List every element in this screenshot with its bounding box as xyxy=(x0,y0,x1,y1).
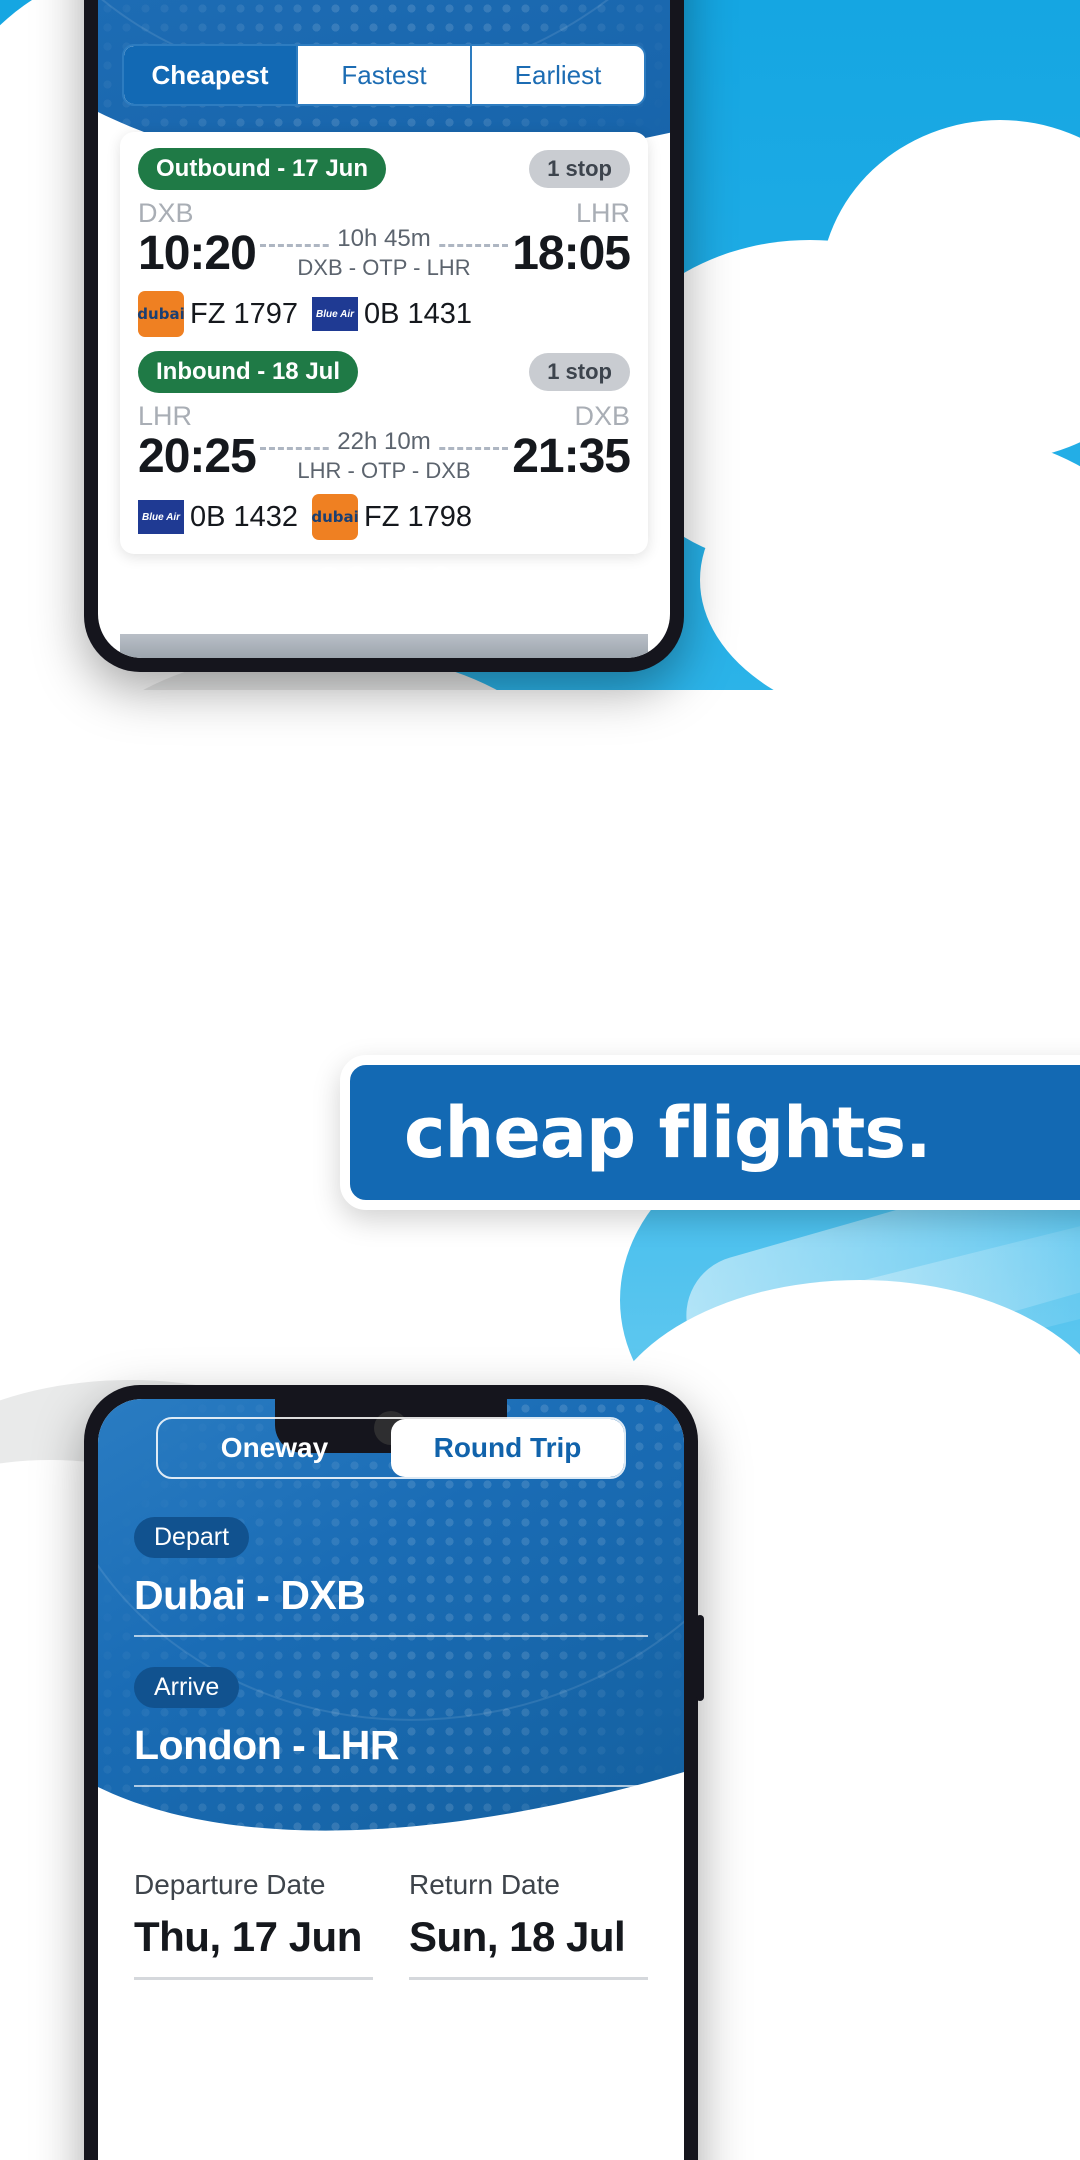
outbound-arrive-time: 18:05 xyxy=(512,226,631,280)
flydubai-logo-icon: dubai xyxy=(137,291,185,337)
blueair-logo-icon: Blue Air xyxy=(138,500,184,534)
inbound-flight-number-1: 0B 1432 xyxy=(190,500,299,533)
outbound-leg-header: Outbound - 17 Jun 1 stop xyxy=(138,148,630,190)
sort-tab-bar: Cheapest Fastest Earliest xyxy=(122,44,646,106)
outbound-duration: 10h 45m xyxy=(331,225,437,253)
tab-oneway[interactable]: Oneway xyxy=(158,1419,391,1477)
flydubai-logo-icon: dubai xyxy=(311,494,359,540)
inbound-flight-number-2: FZ 1798 xyxy=(364,500,473,533)
outbound-airlines: dubai FZ 1797 Blue Air 0B 1431 xyxy=(137,291,630,337)
outbound-date-badge: Outbound - 17 Jun xyxy=(138,148,386,190)
flight-result-card[interactable]: Outbound - 17 Jun 1 stop DXB LHR 10:20 1… xyxy=(120,132,648,615)
tab-cheapest[interactable]: Cheapest xyxy=(124,46,298,104)
return-date-label: Return Date xyxy=(409,1869,560,1900)
outbound-leg: Outbound - 17 Jun 1 stop DXB LHR 10:20 1… xyxy=(137,148,631,337)
cheap-flights-banner: cheap flights. xyxy=(340,1055,1080,1210)
date-fields: Departure Date Thu, 17 Jun Return Date S… xyxy=(98,1839,684,1980)
depart-field-label: Depart xyxy=(134,1517,250,1558)
airline-segment: Blue Air 0B 1432 xyxy=(138,500,298,534)
inbound-duration: 22h 10m xyxy=(331,428,437,456)
departure-date-value: Thu, 17 Jun xyxy=(134,1913,362,1960)
search-hero: Oneway Round Trip Depart Dubai - DXB Arr… xyxy=(98,1399,684,1839)
depart-field-value: Dubai - DXB xyxy=(134,1572,366,1618)
airline-segment: dubai FZ 1798 xyxy=(311,494,473,540)
outbound-depart-time: 10:20 xyxy=(138,226,257,280)
blueair-logo-icon: Blue Air xyxy=(312,297,358,331)
inbound-from-code: LHR xyxy=(138,401,193,431)
outbound-duration-block: 10h 45m DXB - OTP - LHR xyxy=(256,225,512,281)
inbound-duration-block: 22h 10m LHR - OTP - DXB xyxy=(256,428,512,484)
card-fade-strip xyxy=(120,634,648,658)
tab-round-trip[interactable]: Round Trip xyxy=(391,1419,624,1477)
inbound-to-code: DXB xyxy=(574,401,630,431)
departure-date-label: Departure Date xyxy=(134,1869,326,1900)
phone-screen-search: Oneway Round Trip Depart Dubai - DXB Arr… xyxy=(98,1399,684,2160)
depart-field[interactable]: Depart Dubai - DXB xyxy=(98,1517,684,1637)
date-underline xyxy=(134,1977,373,1980)
inbound-airlines: Blue Air 0B 1432 dubai FZ 1798 xyxy=(138,494,630,540)
airline-segment: Blue Air 0B 1431 xyxy=(312,297,472,331)
outbound-stops-badge: 1 stop xyxy=(529,150,630,188)
inbound-leg: Inbound - 18 Jul 1 stop LHR DXB 20:25 22… xyxy=(138,351,631,540)
phone-screen-results: DXB Dubai LHR xyxy=(98,0,670,658)
phone-mockup-bottom: Oneway Round Trip Depart Dubai - DXB Arr… xyxy=(84,1385,704,2160)
inbound-leg-header: Inbound - 18 Jul 1 stop xyxy=(138,351,630,393)
banner-text: cheap flights. xyxy=(404,1091,932,1174)
outbound-from-code: DXB xyxy=(138,198,194,228)
return-date-value: Sun, 18 Jul xyxy=(409,1913,626,1960)
airline-segment: dubai FZ 1797 xyxy=(137,291,298,337)
inbound-arrive-time: 21:35 xyxy=(512,429,631,483)
outbound-flight-number-1: FZ 1797 xyxy=(190,297,298,330)
inbound-depart-time: 20:25 xyxy=(138,429,257,483)
outbound-times: 10:20 10h 45m DXB - OTP - LHR 18:05 xyxy=(138,225,631,281)
outbound-flight-number-2: 0B 1431 xyxy=(364,297,473,330)
tab-earliest[interactable]: Earliest xyxy=(472,46,644,104)
field-underline xyxy=(134,1635,648,1637)
outbound-via: DXB - OTP - LHR xyxy=(297,255,471,280)
price-preview: 20126 xyxy=(314,557,455,615)
trip-type-tabs: Oneway Round Trip xyxy=(156,1417,626,1479)
inbound-via: LHR - OTP - DXB xyxy=(297,458,471,483)
inbound-times: 20:25 22h 10m LHR - OTP - DXB 21:35 xyxy=(138,428,631,484)
tab-fastest[interactable]: Fastest xyxy=(298,46,472,104)
departure-date-field[interactable]: Departure Date Thu, 17 Jun xyxy=(134,1869,373,1980)
hero-wave xyxy=(98,1771,684,1839)
phone-mockup-top: DXB Dubai LHR xyxy=(84,0,684,672)
outbound-to-code: LHR xyxy=(575,198,630,228)
arrive-field-label: Arrive xyxy=(134,1667,240,1708)
inbound-date-badge: Inbound - 18 Jul xyxy=(138,351,358,393)
return-date-field[interactable]: Return Date Sun, 18 Jul xyxy=(409,1869,648,1980)
date-underline xyxy=(409,1977,648,1980)
inbound-stops-badge: 1 stop xyxy=(529,353,630,391)
power-button[interactable] xyxy=(696,1615,704,1701)
